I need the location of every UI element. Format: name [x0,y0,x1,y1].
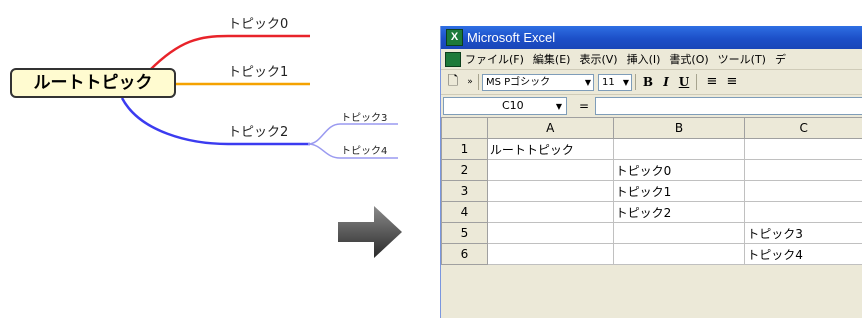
row-header[interactable]: 4 [441,201,488,223]
bold-button[interactable]: B [639,75,657,89]
column-header-b[interactable]: B [612,117,746,139]
menu-view[interactable]: 表示(V) [579,51,617,67]
menu-tools[interactable]: ツール(T) [718,51,766,67]
column-header-c[interactable]: C [744,117,862,139]
spreadsheet-grid: A B C 1 ルートトピック 2 トピック0 3 トピック1 4 トピック2 … [441,117,862,265]
mind-map: ルートトピック トピック0 トピック1 トピック2 トピック3 トピック4 [0,0,420,318]
right-arrow-icon [338,206,402,258]
formula-input[interactable] [595,97,862,115]
name-box[interactable]: C10 ▼ [443,97,567,115]
column-header-row: A B C [441,117,862,139]
row-header[interactable]: 3 [441,180,488,202]
row-header[interactable]: 2 [441,159,488,181]
menu-format[interactable]: 書式(O) [669,51,708,67]
cell[interactable] [612,243,746,265]
table-row: 1 ルートトピック [441,138,862,160]
cell[interactable]: トピック0 [612,159,746,181]
underline-button[interactable]: U [675,75,693,89]
chevron-down-icon: ▼ [555,102,562,111]
cell[interactable]: トピック3 [744,222,862,244]
table-row: 3 トピック1 [441,180,862,202]
menu-edit[interactable]: 編集(E) [533,51,571,67]
cell[interactable]: ルートトピック [486,138,614,160]
formula-equals-button[interactable]: = [573,99,595,113]
table-row: 4 トピック2 [441,201,862,223]
workbook-icon[interactable] [445,51,461,67]
font-name-value: MS Pゴシック [486,76,551,88]
chevron-down-icon: ▼ [622,77,629,87]
column-header-a[interactable]: A [486,117,614,139]
select-all-corner[interactable] [441,117,488,139]
font-size-select[interactable]: 11 ▼ [598,73,632,91]
mind-map-branches [120,34,398,159]
italic-button[interactable]: I [657,75,675,89]
cell[interactable] [744,138,862,160]
row-header[interactable]: 6 [441,243,488,265]
toolbar-separator [478,74,479,90]
align-center-icon[interactable]: ≡ [724,74,740,90]
branch-topic3 [307,123,398,145]
new-document-icon[interactable]: 🗋 [445,74,461,90]
cell[interactable] [744,180,862,202]
table-row: 6 トピック4 [441,243,862,265]
menu-data[interactable]: デ [775,51,786,67]
subtopic-label-3[interactable]: トピック3 [341,109,387,124]
title-bar[interactable]: X Microsoft Excel [441,26,862,49]
cell[interactable] [486,243,614,265]
subtopic-label-4[interactable]: トピック4 [341,142,387,157]
chevron-down-icon: ▼ [584,77,591,87]
formula-bar: C10 ▼ = [441,95,862,117]
cell[interactable] [486,222,614,244]
cell[interactable] [612,138,746,160]
cell[interactable] [612,222,746,244]
menu-bar: ファイル(F) 編集(E) 表示(V) 挿入(I) 書式(O) ツール(T) デ [441,49,862,70]
toolbar-separator [696,74,697,90]
root-topic[interactable]: ルートトピック [10,68,176,98]
row-header[interactable]: 5 [441,222,488,244]
row-header[interactable]: 1 [441,138,488,160]
excel-window: X Microsoft Excel ファイル(F) 編集(E) 表示(V) 挿入… [440,26,862,318]
topic-label-1[interactable]: トピック1 [228,61,288,80]
table-row: 2 トピック0 [441,159,862,181]
menu-insert[interactable]: 挿入(I) [627,51,661,67]
toolbar-options-icon[interactable]: » [465,74,475,90]
excel-app-icon: X [446,29,463,46]
cell[interactable] [744,201,862,223]
name-box-value: C10 [502,99,524,112]
font-name-select[interactable]: MS Pゴシック ▼ [482,73,594,91]
cell[interactable] [744,159,862,181]
toolbar-separator [635,74,636,90]
table-row: 5 トピック3 [441,222,862,244]
cell[interactable] [486,201,614,223]
cell[interactable]: トピック4 [744,243,862,265]
cell[interactable] [486,159,614,181]
topic-label-2[interactable]: トピック2 [228,121,288,140]
menu-file[interactable]: ファイル(F) [465,51,524,67]
cell[interactable]: トピック1 [612,180,746,202]
cell[interactable]: トピック2 [612,201,746,223]
cell[interactable] [486,180,614,202]
align-left-icon[interactable]: ≡ [704,74,720,90]
window-title: Microsoft Excel [467,30,556,45]
font-size-value: 11 [602,76,615,88]
formatting-toolbar: 🗋 » MS Pゴシック ▼ 11 ▼ B I U ≡ ≡ [441,70,862,95]
topic-label-0[interactable]: トピック0 [228,13,288,32]
